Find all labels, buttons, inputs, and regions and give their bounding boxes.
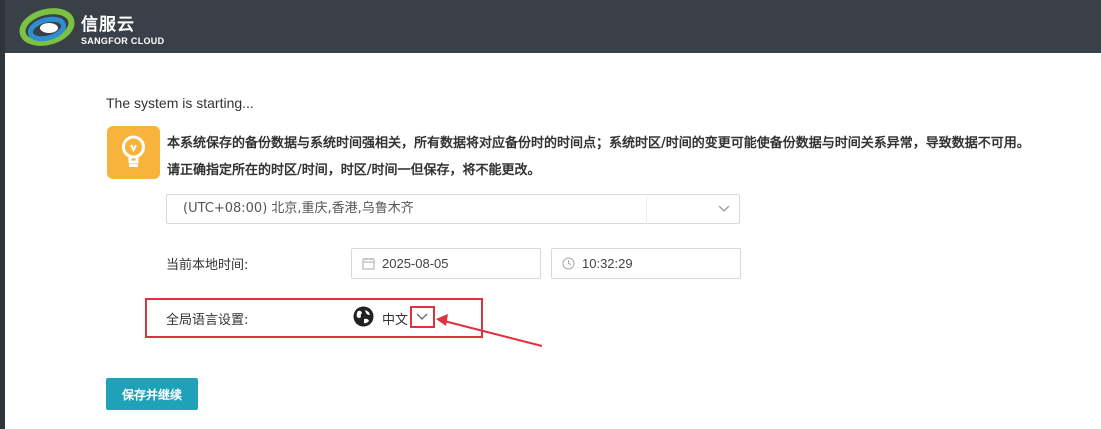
notice-line-1: 本系统保存的备份数据与系统时间强相关，所有数据将对应备份时的时间点；系统时区/时… (167, 136, 1030, 151)
annotation-arrow-icon (436, 314, 543, 347)
sangfor-logo-icon (19, 8, 75, 46)
left-edge (0, 0, 5, 429)
local-time-label: 当前本地时间: (166, 258, 249, 273)
calendar-icon (362, 258, 375, 270)
clock-icon (562, 257, 575, 270)
brand-subtitle: SANGFOR CLOUD (81, 36, 165, 46)
status-text: The system is starting... (106, 95, 254, 111)
notice-text: 本系统保存的备份数据与系统时间强相关，所有数据将对应备份时的时间点；系统时区/时… (167, 130, 1097, 184)
date-input[interactable]: 2025-08-05 (351, 248, 541, 279)
timezone-value: (UTC+08:00) 北京,重庆,香港,乌鲁木齐 (183, 201, 414, 216)
time-value: 10:32:29 (582, 256, 633, 271)
save-continue-button[interactable]: 保存并继续 (106, 378, 198, 410)
time-input[interactable]: 10:32:29 (551, 248, 741, 279)
lightbulb-icon (107, 126, 160, 179)
top-bar: 信服云 SANGFOR CLOUD (5, 0, 1101, 53)
timezone-select[interactable]: (UTC+08:00) 北京,重庆,香港,乌鲁木齐 (166, 194, 740, 224)
brand-name: 信服云 (81, 15, 135, 35)
chevron-down-icon (718, 205, 730, 212)
divider (646, 194, 647, 224)
notice-line-2: 请正确指定所在的时区/时间，时区/时间一但保存，将不能更改。 (167, 163, 541, 178)
date-value: 2025-08-05 (382, 256, 449, 271)
